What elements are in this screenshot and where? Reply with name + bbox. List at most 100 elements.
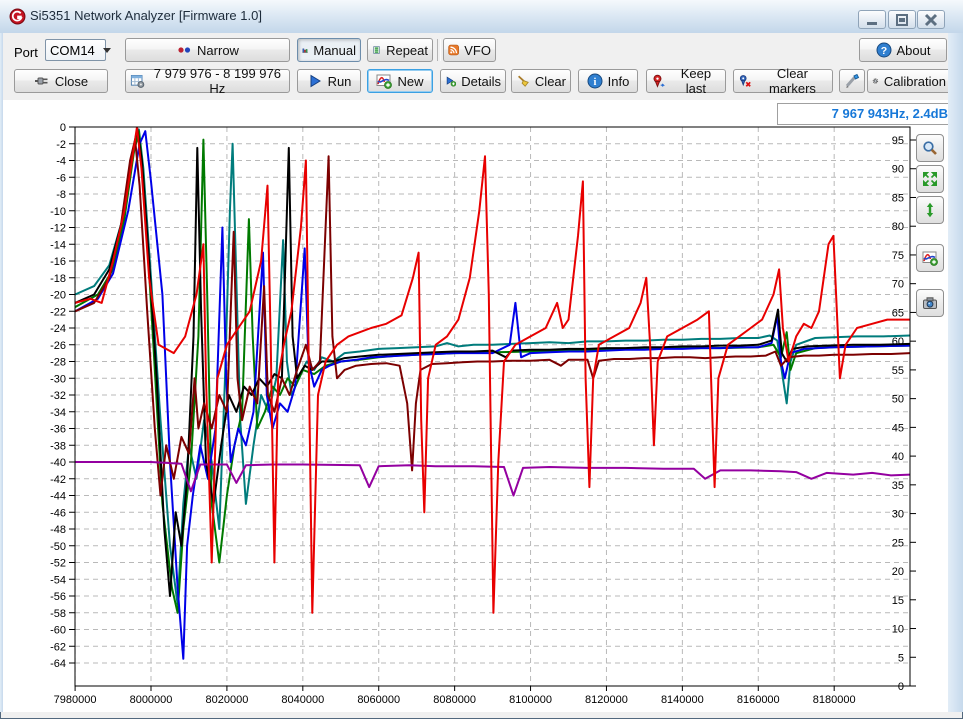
vfo-label: VFO [464, 43, 491, 58]
y-right-tick-label: 95 [892, 135, 904, 147]
new-button[interactable]: New [367, 69, 433, 93]
sweep-settings-icon [130, 73, 145, 89]
y-right-tick-label: 0 [898, 681, 904, 693]
y-left-tick-label: -62 [50, 641, 66, 653]
y-left-tick-label: -52 [50, 558, 66, 570]
new-chart-icon [376, 73, 392, 89]
vfo-rss-icon [448, 42, 459, 58]
y-left-tick-label: -64 [50, 658, 66, 670]
maximize-button[interactable] [888, 10, 916, 29]
new-label: New [397, 74, 423, 89]
port-select[interactable]: COM14 [45, 39, 106, 61]
y-right-tick-label: 15 [892, 595, 904, 607]
chart-panel: 7980000800000080200008040000806000080800… [3, 100, 948, 712]
y-left-tick-label: -54 [50, 574, 66, 586]
x-tick-label: 8120000 [585, 694, 628, 706]
repeat-icon [372, 42, 381, 58]
y-left-tick-label: -30 [50, 373, 66, 385]
repeat-button[interactable]: Repeat [367, 38, 433, 62]
keep-last-button[interactable]: Keep last [646, 69, 726, 93]
edit-tool-button[interactable] [839, 69, 865, 93]
manual-label: Manual [313, 43, 356, 58]
y-right-tick-label: 50 [892, 394, 904, 406]
zoom-button[interactable] [916, 134, 944, 162]
y-left-tick-label: -12 [50, 223, 66, 235]
x-tick-label: 8060000 [357, 694, 400, 706]
info-icon: i [587, 73, 603, 89]
keep-last-label: Keep last [671, 66, 721, 96]
y-right-tick-label: 75 [892, 250, 904, 262]
y-left-tick-label: -34 [50, 407, 66, 419]
expand-arrows-icon [922, 171, 938, 187]
y-left-tick-label: -42 [50, 474, 66, 486]
y-left-tick-label: -26 [50, 340, 66, 352]
fit-all-button[interactable] [916, 165, 944, 193]
fit-vertical-button[interactable] [916, 196, 944, 224]
clear-label: Clear [535, 74, 566, 89]
close-window-button[interactable] [917, 10, 945, 29]
narrow-label: Narrow [197, 43, 239, 58]
y-left-tick-label: -48 [50, 524, 66, 536]
y-left-tick-label: -16 [50, 256, 66, 268]
close-port-button[interactable]: Close [14, 69, 108, 93]
x-tick-label: 8020000 [205, 694, 248, 706]
y-right-tick-label: 35 [892, 480, 904, 492]
bar-chart-icon [302, 42, 308, 58]
play-icon [307, 73, 323, 89]
y-left-tick-label: -20 [50, 290, 66, 302]
y-left-tick-label: -50 [50, 541, 66, 553]
y-right-tick-label: 70 [892, 279, 904, 291]
app-window: Si5351 Network Analyzer [Firmware 1.0] P… [0, 0, 963, 719]
details-button[interactable]: Details [440, 69, 506, 93]
new-chart-button[interactable] [916, 244, 944, 272]
narrow-button[interactable]: Narrow [125, 38, 290, 62]
gear-icon [872, 73, 879, 89]
y-right-tick-label: 5 [898, 652, 904, 664]
y-left-tick-label: -10 [50, 206, 66, 218]
y-left-tick-label: -4 [56, 156, 66, 168]
window-title: Si5351 Network Analyzer [Firmware 1.0] [30, 8, 262, 23]
x-tick-label: 8040000 [281, 694, 324, 706]
pin-clear-icon [738, 73, 752, 89]
vfo-button[interactable]: VFO [443, 38, 496, 62]
x-tick-label: 8140000 [661, 694, 704, 706]
y-right-tick-label: 80 [892, 221, 904, 233]
y-right-tick-label: 25 [892, 537, 904, 549]
y-left-tick-label: -28 [50, 357, 66, 369]
about-label: About [897, 43, 931, 58]
network-analyzer-plot[interactable]: 7980000800000080200008040000806000080800… [3, 100, 948, 712]
y-left-tick-label: -38 [50, 440, 66, 452]
info-label: Info [608, 74, 630, 89]
y-right-tick-label: 30 [892, 509, 904, 521]
x-tick-label: 8080000 [433, 694, 476, 706]
y-right-tick-label: 55 [892, 365, 904, 377]
manual-button[interactable]: Manual [297, 38, 361, 62]
broom-icon [516, 73, 530, 89]
y-left-tick-label: -46 [50, 507, 66, 519]
y-left-tick-label: -18 [50, 273, 66, 285]
narrow-dots-icon [176, 42, 192, 58]
y-left-tick-label: -32 [50, 390, 66, 402]
y-left-tick-label: -2 [56, 139, 66, 151]
pencil-tool-icon [844, 73, 860, 89]
y-right-tick-label: 20 [892, 566, 904, 578]
window-frame-left [0, 33, 3, 712]
window-frame-right [948, 33, 963, 712]
frequency-range-button[interactable]: 7 979 976 - 8 199 976 Hz [125, 69, 290, 93]
y-left-tick-label: -6 [56, 172, 66, 184]
plug-icon [34, 73, 50, 89]
snapshot-button[interactable] [916, 289, 944, 317]
clear-button[interactable]: Clear [511, 69, 571, 93]
run-button[interactable]: Run [297, 69, 361, 93]
clear-markers-button[interactable]: Clear markers [733, 69, 833, 93]
y-right-tick-label: 40 [892, 451, 904, 463]
x-tick-label: 8100000 [509, 694, 552, 706]
calibration-label: Calibration [884, 74, 946, 89]
port-value: COM14 [50, 43, 95, 58]
x-tick-label: 8000000 [130, 694, 173, 706]
minimize-button[interactable] [858, 10, 886, 29]
info-button[interactable]: i Info [578, 69, 638, 93]
about-button[interactable]: ? About [859, 38, 947, 62]
calibration-button[interactable]: Calibration [867, 69, 951, 93]
details-label: Details [461, 74, 501, 89]
